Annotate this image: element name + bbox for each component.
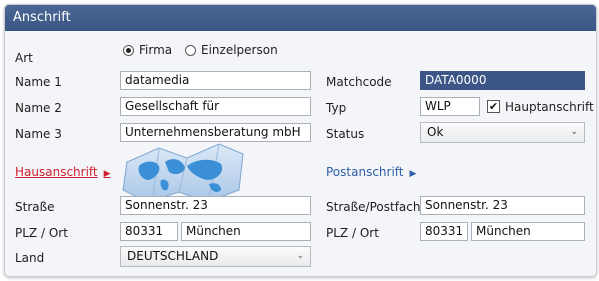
post-strasse-label: Straße/Postfach [326,200,421,214]
hausanschrift-link[interactable]: Hausanschrift ▶ [15,165,111,181]
radio-firma-label[interactable]: Firma [139,43,172,57]
haus-land-label: Land [15,251,45,265]
hauptanschrift-label[interactable]: Hauptanschrift [505,100,594,114]
status-select[interactable]: Ok ⌄ [420,122,585,143]
radio-firma[interactable] [123,45,134,56]
typ-input[interactable]: WLP [420,97,480,116]
name2-input[interactable]: Gesellschaft für [120,97,311,116]
typ-label: Typ [326,101,347,115]
panel-title: Anschrift [5,5,596,31]
arrow-right-icon: ▶ [103,169,111,179]
status-label: Status [326,127,365,141]
name3-label: Name 3 [15,127,62,141]
matchcode-input[interactable]: DATA0000 [420,71,585,90]
world-map-icon [122,143,244,203]
radio-einzelperson-label[interactable]: Einzelperson [201,43,278,57]
name1-input[interactable]: datamedia [120,71,311,90]
status-value: Ok [427,125,444,139]
haus-plz-label: PLZ / Ort [15,226,68,240]
post-ort-input[interactable]: München [471,222,585,241]
haus-ort-input[interactable]: München [181,222,311,241]
post-plz-label: PLZ / Ort [326,226,379,240]
hauptanschrift-checkbox[interactable]: ✔ [487,100,500,113]
art-label: Art [15,51,33,65]
matchcode-label: Matchcode [326,75,392,89]
haus-plz-input[interactable]: 80331 [120,222,178,241]
hausanschrift-link-label: Hausanschrift [15,165,98,179]
chevron-down-icon: ⌄ [570,127,578,137]
postanschrift-link[interactable]: Postanschrift ▶ [326,165,416,181]
radio-einzelperson[interactable] [185,45,196,56]
postanschrift-link-label: Postanschrift [326,165,404,179]
haus-strasse-input[interactable]: Sonnenstr. 23 [120,196,311,215]
chevron-down-icon: ⌄ [296,251,304,261]
arrow-right-icon: ▶ [409,169,417,179]
haus-strasse-label: Straße [15,200,55,214]
land-select[interactable]: DEUTSCHLAND ⌄ [120,246,311,267]
name2-label: Name 2 [15,101,62,115]
post-plz-input[interactable]: 80331 [420,222,468,241]
address-panel: Anschrift Art Firma Einzelperson Name 1 … [4,4,597,277]
land-value: DEUTSCHLAND [127,249,219,263]
post-strasse-input[interactable]: Sonnenstr. 23 [420,196,585,215]
name1-label: Name 1 [15,75,62,89]
